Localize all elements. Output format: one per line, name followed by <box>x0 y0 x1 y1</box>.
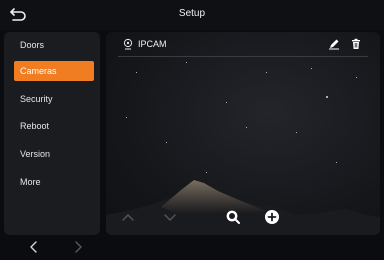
device-row-ipcam[interactable]: IPCAM <box>106 32 380 57</box>
trash-icon[interactable] <box>350 38 362 50</box>
sidebar-item-version[interactable]: Version <box>14 144 94 164</box>
top-bar: Setup <box>0 0 384 30</box>
sidebar-item-security[interactable]: Security <box>14 89 94 109</box>
mountain-background <box>106 180 380 235</box>
sidebar-item-more[interactable]: More <box>14 172 94 192</box>
camera-list-panel: IPCAM <box>106 32 380 235</box>
edit-pencil-icon[interactable] <box>328 38 340 50</box>
chevron-right-icon <box>75 241 82 253</box>
chevron-left-icon <box>30 241 37 253</box>
chevron-down-icon[interactable] <box>162 209 178 225</box>
camera-icon <box>123 38 133 50</box>
sidebar-item-cameras[interactable]: Cameras <box>14 61 94 81</box>
sidebar-item-doors[interactable]: Doors <box>14 35 94 55</box>
chevron-up-icon[interactable] <box>120 209 136 225</box>
search-icon[interactable] <box>225 209 241 225</box>
sidebar-item-reboot[interactable]: Reboot <box>14 116 94 136</box>
add-circle-icon[interactable] <box>264 209 280 225</box>
next-page-button[interactable] <box>70 239 86 255</box>
prev-page-button[interactable] <box>26 239 42 255</box>
device-name: IPCAM <box>138 39 167 49</box>
page-title: Setup <box>178 8 206 19</box>
sidebar: Doors Cameras Security Reboot Version Mo… <box>4 32 100 253</box>
row-divider <box>118 56 368 57</box>
